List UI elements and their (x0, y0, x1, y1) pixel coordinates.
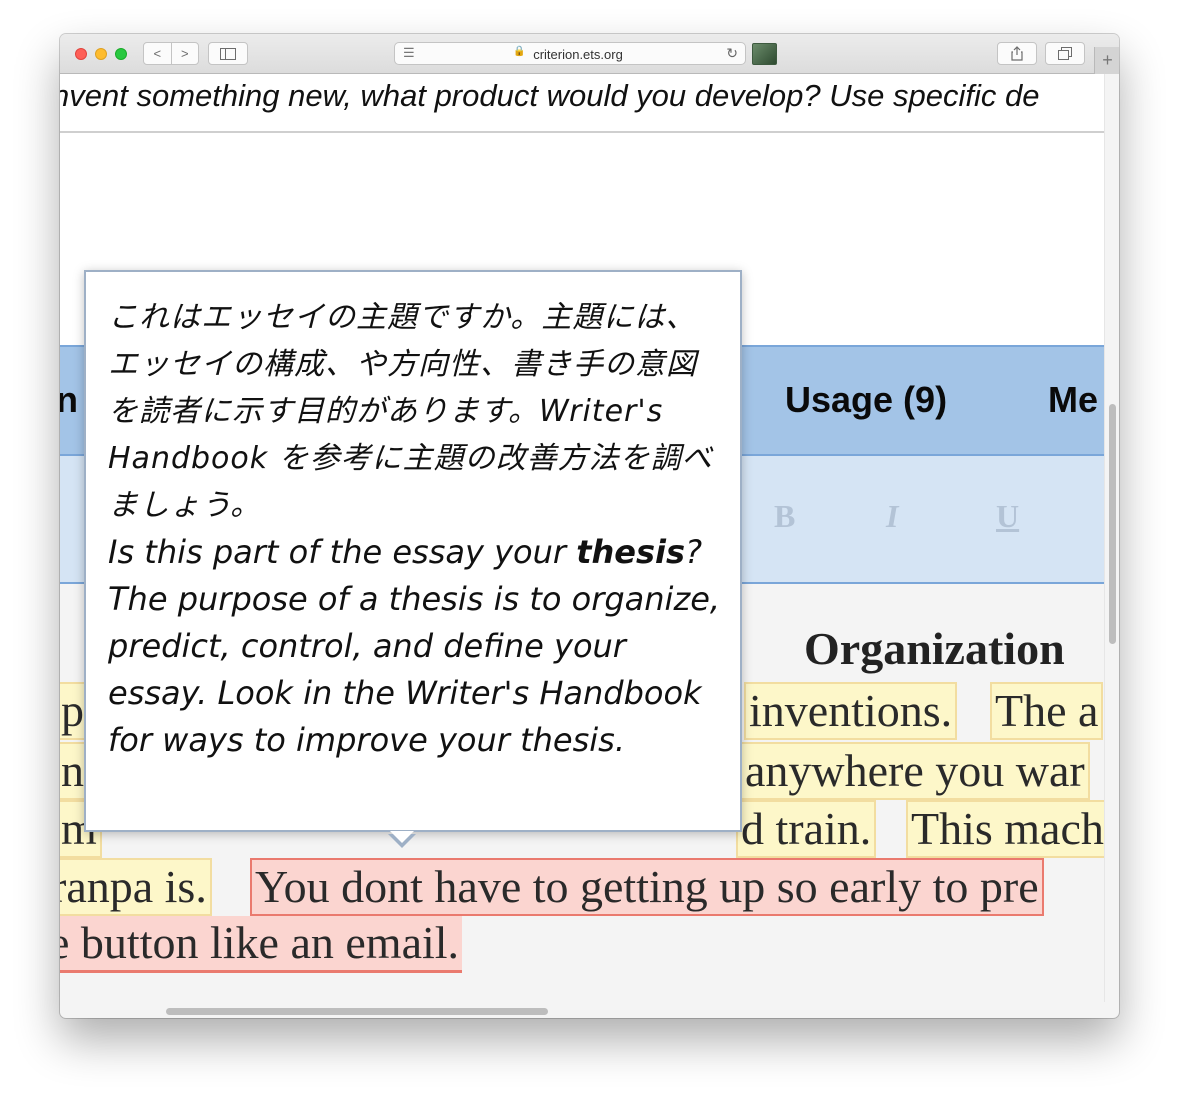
extension-icon[interactable] (752, 43, 777, 65)
page-viewport: nvent something new, what product would … (60, 74, 1104, 1002)
back-button[interactable]: < (144, 46, 171, 61)
sidebar-icon (220, 47, 236, 60)
tooltip-english-prefix: Is this part of the essay your (108, 533, 577, 571)
bold-button[interactable]: B (774, 498, 795, 535)
essay-sentence[interactable]: inventions. (744, 682, 958, 740)
essay-sentence[interactable]: anywhere you war (740, 742, 1090, 800)
flagged-sentence[interactable]: e button like an email. (60, 916, 463, 973)
sidebar-toggle-button[interactable] (208, 42, 248, 65)
category-tab-previous[interactable]: n (60, 379, 78, 421)
horizontal-scroll-thumb[interactable] (166, 1008, 548, 1015)
essay-sentence[interactable]: This mach (906, 800, 1104, 858)
tooltip-japanese-text: これはエッセイの主題ですか。主題には、エッセイの構成、や方向性、書き手の意図を読… (108, 300, 713, 523)
close-window-button[interactable] (75, 48, 87, 60)
category-tab-mechanics[interactable]: Me (1048, 379, 1098, 421)
browser-window: < > ☰ 🔒 criterion.ets.org ↻ + nvent some… (60, 34, 1119, 1018)
url-text: criterion.ets.org (533, 47, 623, 62)
share-button[interactable] (997, 42, 1037, 65)
prompt-divider (60, 131, 1104, 133)
underline-button[interactable]: U (996, 498, 1019, 535)
zoom-window-button[interactable] (115, 48, 127, 60)
category-tab-usage[interactable]: Usage (9) (785, 379, 947, 421)
section-heading: Organization (804, 623, 1065, 674)
new-tab-button[interactable]: + (1094, 47, 1119, 74)
tooltip-thesis-term: thesis (576, 533, 686, 571)
share-icon (1011, 46, 1023, 61)
address-bar[interactable]: ☰ 🔒 criterion.ets.org ↻ (394, 42, 746, 65)
show-tabs-button[interactable] (1045, 42, 1085, 65)
forward-button[interactable]: > (172, 46, 199, 61)
tabs-icon (1058, 47, 1072, 60)
essay-sentence[interactable]: ranpa is. (60, 858, 212, 916)
tooltip-pointer-fill (390, 831, 414, 843)
vertical-scroll-thumb[interactable] (1109, 404, 1116, 644)
feedback-tooltip: これはエッセイの主題ですか。主題には、エッセイの構成、や方向性、書き手の意図を読… (84, 270, 742, 832)
minimize-window-button[interactable] (95, 48, 107, 60)
essay-sentence[interactable]: d train. (736, 800, 877, 858)
essay-prompt: nvent something new, what product would … (60, 78, 1040, 113)
tooltip-english-text: Is this part of the essay your thesis? T… (108, 529, 722, 764)
reload-icon[interactable]: ↻ (726, 45, 738, 62)
vertical-scrollbar[interactable] (1104, 74, 1119, 1002)
title-bar: < > ☰ 🔒 criterion.ets.org ↻ + (60, 34, 1119, 74)
italic-button[interactable]: I (886, 498, 898, 535)
essay-sentence[interactable]: The a (990, 682, 1104, 740)
nav-button-group: < > (143, 42, 199, 65)
flagged-sentence[interactable]: You dont have to getting up so early to … (250, 858, 1044, 916)
